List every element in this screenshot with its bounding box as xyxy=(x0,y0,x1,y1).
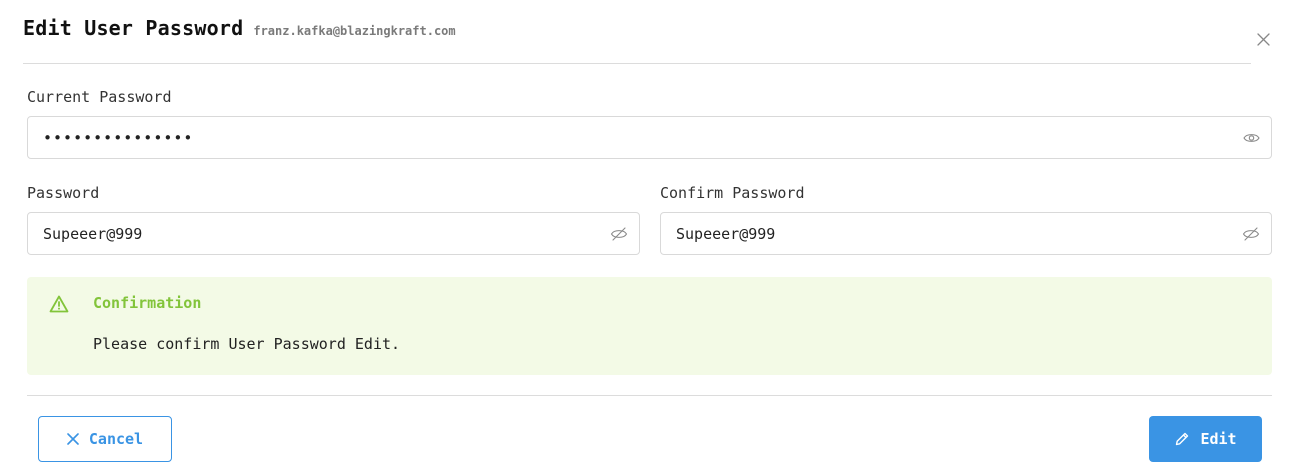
alert-message: Please confirm User Password Edit. xyxy=(93,335,401,353)
header-divider xyxy=(23,63,1251,64)
edit-button-label: Edit xyxy=(1200,430,1237,448)
eye-off-icon xyxy=(1242,226,1260,241)
confirm-password-input[interactable] xyxy=(661,213,1241,254)
confirm-password-field xyxy=(660,212,1272,255)
warning-triangle-icon xyxy=(49,295,69,313)
dialog-title: Edit User Password xyxy=(23,16,244,40)
confirm-password-label: Confirm Password xyxy=(660,184,805,202)
edit-password-dialog: Edit User Password franz.kafka@blazingkr… xyxy=(0,0,1300,472)
pencil-icon xyxy=(1174,431,1190,447)
edit-button[interactable]: Edit xyxy=(1149,416,1262,462)
alert-title: Confirmation xyxy=(93,294,202,312)
close-button[interactable] xyxy=(1254,30,1272,48)
dialog-header: Edit User Password franz.kafka@blazingkr… xyxy=(23,16,456,40)
confirm-password-toggle[interactable] xyxy=(1241,224,1261,244)
cancel-button[interactable]: Cancel xyxy=(38,416,172,462)
close-icon xyxy=(1256,32,1270,46)
password-field xyxy=(27,212,640,255)
eye-icon xyxy=(1242,133,1260,142)
password-input[interactable] xyxy=(28,213,609,254)
current-password-field xyxy=(27,116,1272,159)
current-password-label: Current Password xyxy=(27,88,172,106)
close-icon xyxy=(67,433,79,445)
eye-off-icon xyxy=(610,226,628,241)
current-password-input[interactable] xyxy=(28,117,1241,158)
current-password-toggle[interactable] xyxy=(1241,128,1261,148)
user-email: franz.kafka@blazingkraft.com xyxy=(253,24,456,38)
password-label: Password xyxy=(27,184,100,202)
cancel-button-label: Cancel xyxy=(88,430,144,448)
confirmation-alert: Confirmation Please confirm User Passwor… xyxy=(27,277,1272,375)
footer-divider xyxy=(27,395,1272,396)
password-toggle[interactable] xyxy=(609,224,629,244)
